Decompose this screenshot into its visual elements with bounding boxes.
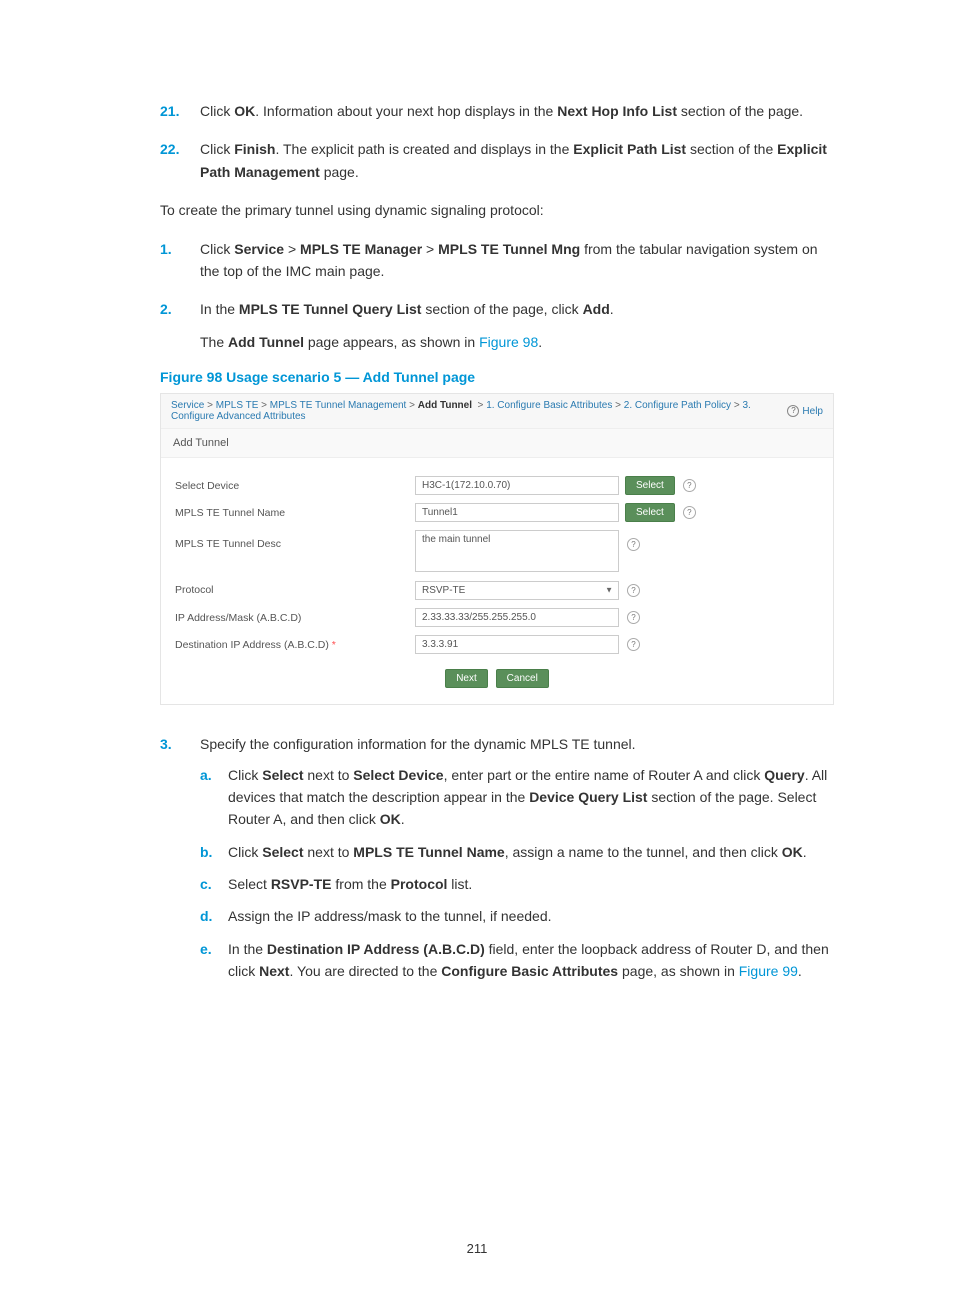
label-dest-ip-text: Destination IP Address (A.B.C.D)	[175, 639, 329, 651]
steps-mid: 1. Click Service > MPLS TE Manager > MPL…	[160, 238, 834, 354]
label-select-device: Select Device	[175, 480, 415, 492]
textarea-tunnel-desc[interactable]: the main tunnel	[415, 530, 619, 572]
row-tunnel-name: MPLS TE Tunnel Name Select ?	[175, 503, 819, 522]
substep-e: e. In the Destination IP Address (A.B.C.…	[200, 938, 834, 983]
tip-icon[interactable]: ?	[627, 611, 640, 624]
select-device-button[interactable]: Select	[625, 476, 675, 495]
input-dest-ip[interactable]	[415, 635, 619, 654]
crumb-step-2[interactable]: 2. Configure Path Policy	[624, 400, 731, 411]
step-num: 3.	[160, 733, 172, 755]
label-tunnel-desc: MPLS TE Tunnel Desc	[175, 530, 415, 550]
select-tunnel-name-button[interactable]: Select	[625, 503, 675, 522]
label-tunnel-name: MPLS TE Tunnel Name	[175, 507, 415, 519]
button-row: Next Cancel	[175, 662, 819, 688]
tip-icon[interactable]: ?	[683, 506, 696, 519]
help-icon: ?	[787, 405, 799, 417]
tip-icon[interactable]: ?	[627, 638, 640, 651]
substep-a: a. Click Select next to Select Device, e…	[200, 764, 834, 831]
tip-icon[interactable]: ?	[683, 479, 696, 492]
step-1: 1. Click Service > MPLS TE Manager > MPL…	[160, 238, 834, 283]
crumb-service[interactable]: Service	[171, 400, 204, 411]
step-22: 22. Click Finish. The explicit path is c…	[160, 138, 834, 183]
tip-icon[interactable]: ?	[627, 584, 640, 597]
substep-num: c.	[200, 873, 212, 895]
figure-caption: Figure 98 Usage scenario 5 — Add Tunnel …	[160, 369, 834, 385]
crumb-mpls-te[interactable]: MPLS TE	[216, 400, 259, 411]
substep-text: Assign the IP address/mask to the tunnel…	[228, 908, 552, 924]
input-select-device[interactable]	[415, 476, 619, 495]
crumb-mpls-te-tunnel-mgmt[interactable]: MPLS TE Tunnel Management	[270, 400, 407, 411]
crumb-step-1[interactable]: 1. Configure Basic Attributes	[486, 400, 612, 411]
step-num: 1.	[160, 238, 172, 260]
intro-text: To create the primary tunnel using dynam…	[160, 199, 834, 221]
tip-icon[interactable]: ?	[627, 538, 640, 551]
step-21: 21. Click OK. Information about your nex…	[160, 100, 834, 122]
required-mark: *	[332, 639, 336, 651]
input-ip-mask[interactable]	[415, 608, 619, 627]
substep-num: d.	[200, 905, 212, 927]
label-ip-mask: IP Address/Mask (A.B.C.D)	[175, 612, 415, 624]
substep-num: a.	[200, 764, 212, 786]
label-protocol: Protocol	[175, 584, 415, 596]
steps-top: 21. Click OK. Information about your nex…	[160, 100, 834, 183]
step-3-substeps: a. Click Select next to Select Device, e…	[200, 764, 834, 983]
substep-num: e.	[200, 938, 212, 960]
cancel-button[interactable]: Cancel	[496, 669, 549, 688]
step-num: 21.	[160, 100, 179, 122]
step-text: Specify the configuration information fo…	[200, 736, 636, 752]
help-link[interactable]: ? Help	[787, 405, 823, 417]
step-3: 3. Specify the configuration information…	[160, 733, 834, 983]
row-tunnel-desc: MPLS TE Tunnel Desc the main tunnel ?	[175, 530, 819, 572]
row-protocol: Protocol ▼ ?	[175, 580, 819, 600]
substep-text: Select RSVP-TE from the Protocol list.	[228, 876, 472, 892]
substep-c: c. Select RSVP-TE from the Protocol list…	[200, 873, 834, 895]
step-2: 2. In the MPLS TE Tunnel Query List sect…	[160, 298, 834, 353]
next-button[interactable]: Next	[445, 669, 488, 688]
steps-bottom: 3. Specify the configuration information…	[160, 733, 834, 983]
step-2-extra: The Add Tunnel page appears, as shown in…	[200, 331, 834, 353]
row-ip-mask: IP Address/Mask (A.B.C.D) ?	[175, 608, 819, 627]
substep-text: In the Destination IP Address (A.B.C.D) …	[228, 941, 829, 979]
breadcrumb-path: Service > MPLS TE > MPLS TE Tunnel Manag…	[171, 400, 787, 422]
step-text: In the MPLS TE Tunnel Query List section…	[200, 301, 614, 317]
select-protocol[interactable]	[415, 581, 619, 600]
row-select-device: Select Device Select ?	[175, 476, 819, 495]
help-text: Help	[802, 406, 823, 417]
label-dest-ip: Destination IP Address (A.B.C.D) *	[175, 639, 415, 651]
form-area: Select Device Select ? MPLS TE Tunnel Na…	[161, 458, 833, 704]
step-text: Click OK. Information about your next ho…	[200, 103, 803, 119]
step-text: Click Finish. The explicit path is creat…	[200, 141, 827, 179]
step-num: 22.	[160, 138, 179, 160]
add-tunnel-screenshot: Service > MPLS TE > MPLS TE Tunnel Manag…	[160, 393, 834, 705]
substep-text: Click Select next to Select Device, ente…	[228, 767, 827, 828]
panel-title: Add Tunnel	[161, 429, 833, 458]
input-tunnel-name[interactable]	[415, 503, 619, 522]
substep-text: Click Select next to MPLS TE Tunnel Name…	[228, 844, 807, 860]
breadcrumb: Service > MPLS TE > MPLS TE Tunnel Manag…	[161, 394, 833, 429]
substep-num: b.	[200, 841, 212, 863]
crumb-add-tunnel: Add Tunnel	[418, 400, 472, 411]
row-dest-ip: Destination IP Address (A.B.C.D) * ?	[175, 635, 819, 654]
substep-b: b. Click Select next to MPLS TE Tunnel N…	[200, 841, 834, 863]
step-text: Click Service > MPLS TE Manager > MPLS T…	[200, 241, 818, 279]
step-num: 2.	[160, 298, 172, 320]
substep-d: d. Assign the IP address/mask to the tun…	[200, 905, 834, 927]
page-number: 211	[0, 1241, 954, 1256]
